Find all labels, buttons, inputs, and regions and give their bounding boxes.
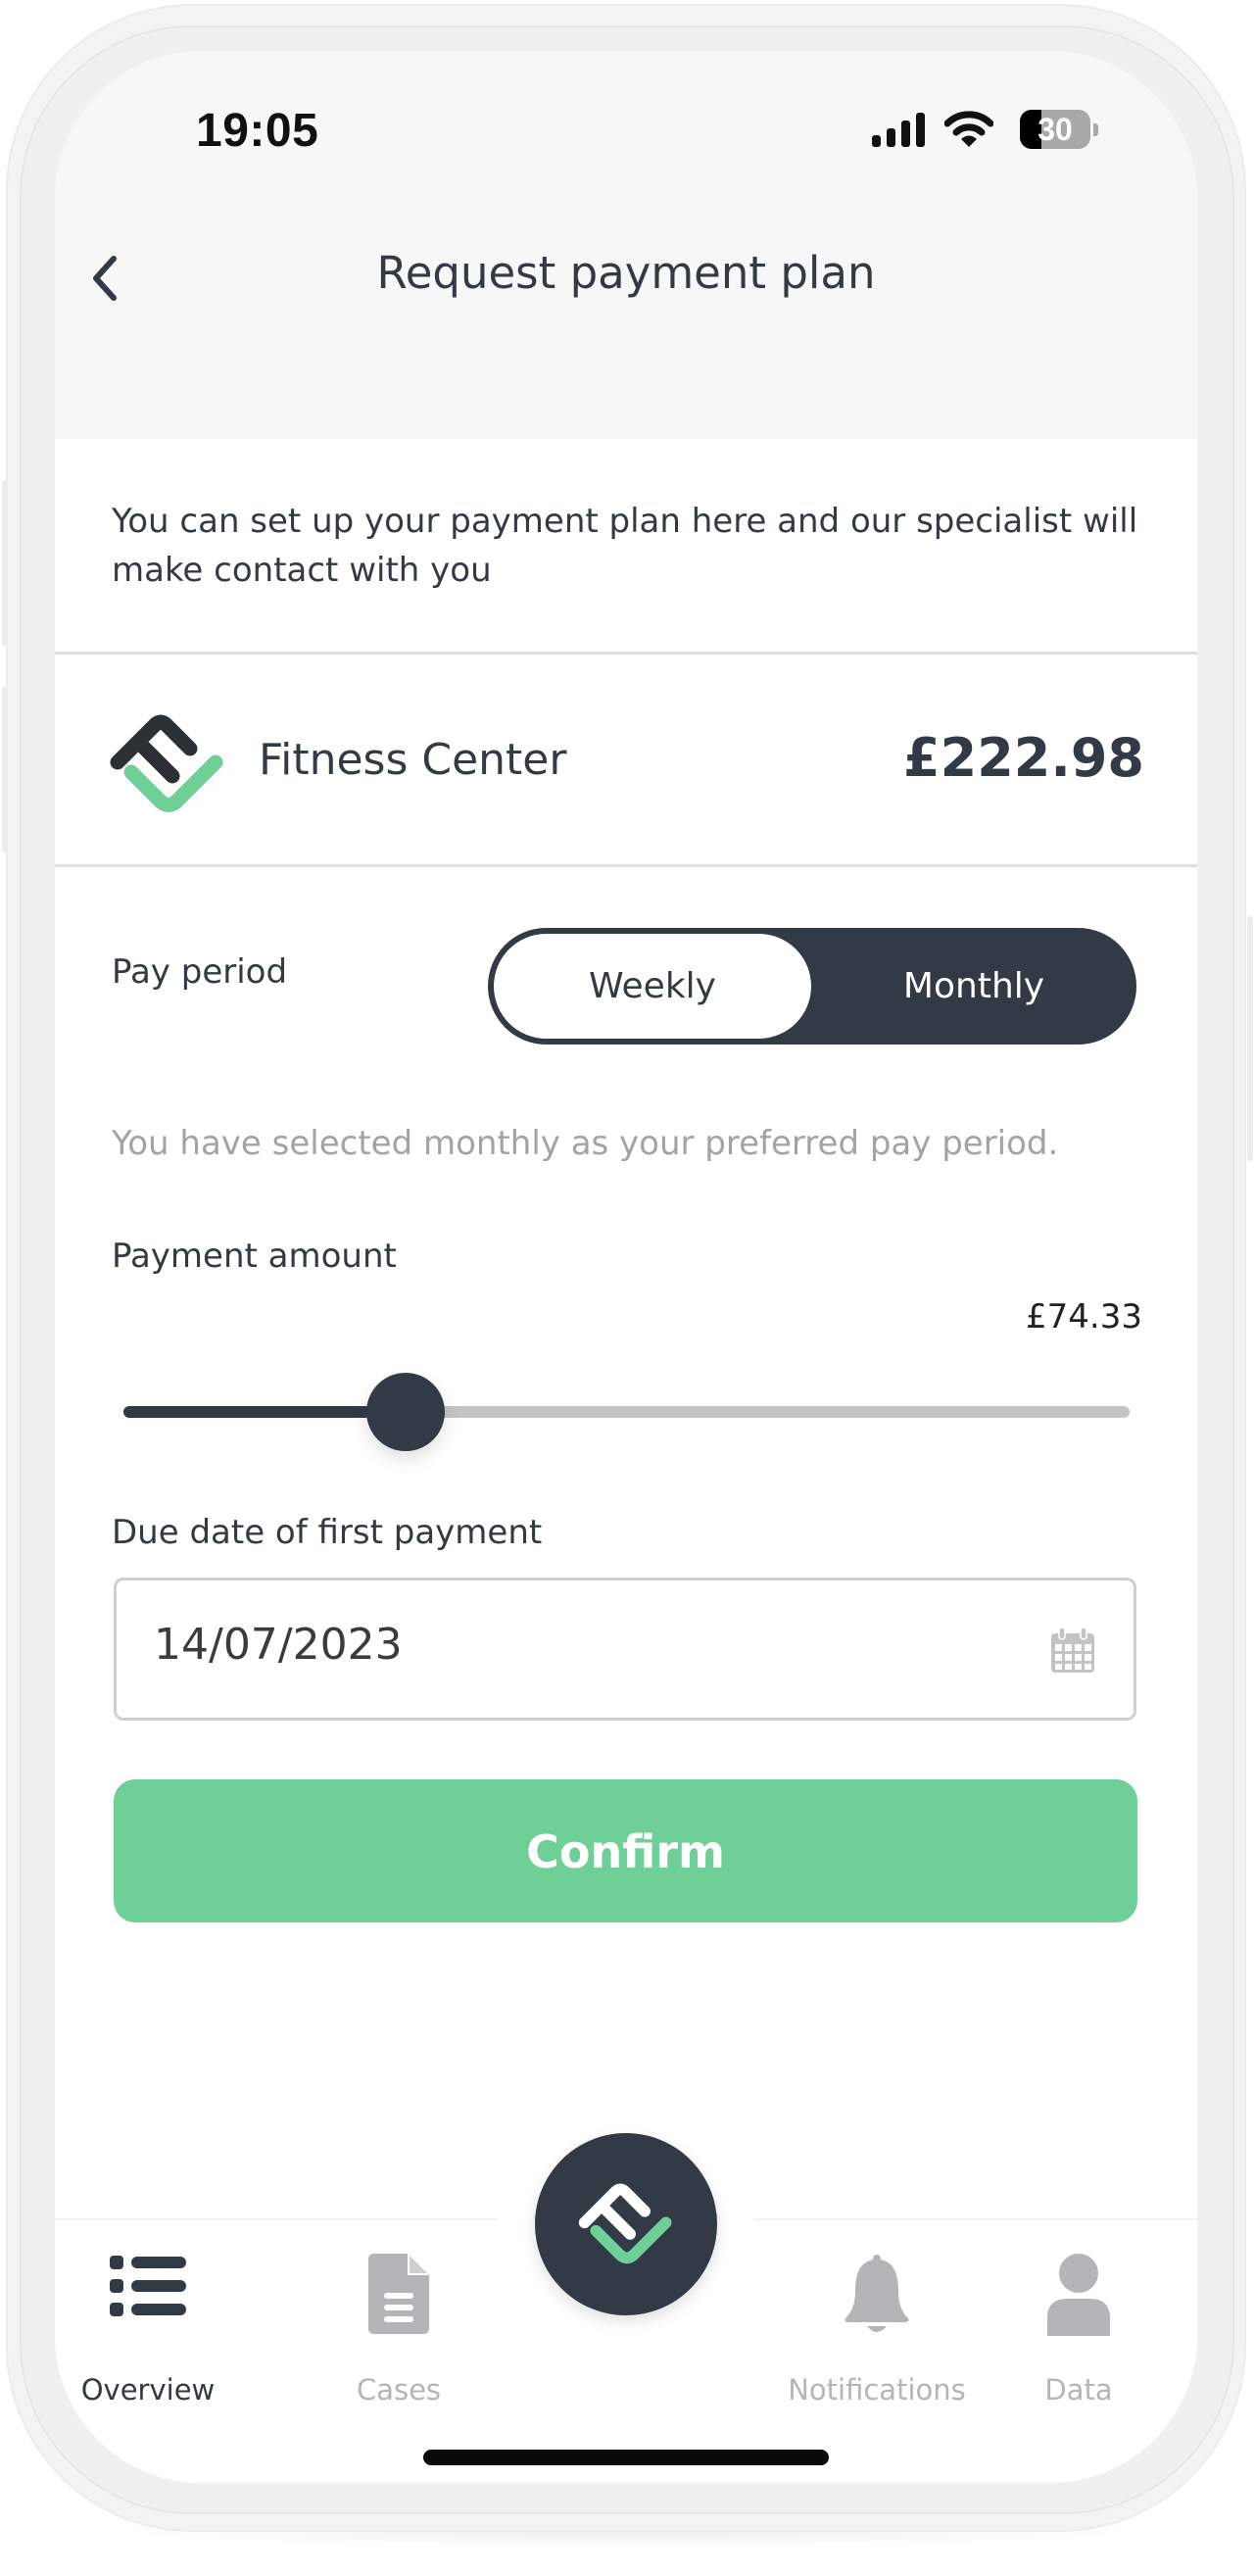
divider: [55, 652, 1197, 655]
payment-amount-label: Payment amount: [112, 1237, 397, 1276]
battery-icon: 30: [1020, 110, 1090, 149]
nav-item-data[interactable]: Data: [986, 2246, 1172, 2422]
due-date-label: Due date of first payment: [112, 1513, 543, 1552]
intro-text: You can set up your payment plan here an…: [112, 502, 1138, 590]
nav-label-overview: Overview: [80, 2373, 216, 2406]
volume-up-button: [2, 480, 8, 647]
app-screen: 19:05 30 Request payment plan You can se…: [55, 51, 1197, 2483]
home-center-button[interactable]: [535, 2133, 717, 2315]
calendar-icon[interactable]: [1049, 1626, 1096, 1675]
volume-down-button: [2, 686, 8, 852]
home-indicator[interactable]: [423, 2450, 829, 2465]
status-time: 19:05: [196, 105, 319, 157]
divider: [55, 864, 1197, 867]
payment-amount-slider-thumb[interactable]: [365, 1373, 445, 1451]
nav-label-data: Data: [1044, 2373, 1113, 2406]
power-button: [1247, 916, 1253, 1161]
nav-label-cases: Cases: [356, 2373, 442, 2406]
payment-amount-value: £74.33: [1026, 1297, 1142, 1337]
pay-period-label: Pay period: [112, 952, 288, 992]
brand-logo-icon: [578, 2183, 672, 2264]
page-title: Request payment plan: [376, 247, 876, 299]
nav-item-overview[interactable]: Overview: [55, 2246, 241, 2422]
battery-tip: [1093, 123, 1098, 136]
pay-period-weekly-option[interactable]: Weekly: [494, 934, 811, 1039]
payment-amount-slider-fill: [123, 1406, 406, 1418]
nav-label-notifications: Notifications: [788, 2373, 966, 2406]
bell-icon: [845, 2255, 909, 2332]
merchant-amount: £222.98: [903, 727, 1144, 789]
pay-period-monthly-option[interactable]: Monthly: [811, 928, 1136, 1045]
pay-period-toggle: Weekly Monthly: [488, 928, 1136, 1045]
nav-item-notifications[interactable]: Notifications: [764, 2246, 990, 2422]
brand-logo-icon: [110, 714, 223, 812]
due-date-value: 14/07/2023: [154, 1620, 403, 1670]
cellular-signal-icon: [872, 113, 925, 147]
pay-period-hint: You have selected monthly as your prefer…: [112, 1124, 1059, 1163]
confirm-button[interactable]: Confirm: [114, 1779, 1137, 1922]
merchant-name: Fitness Center: [259, 735, 567, 785]
user-icon: [1047, 2254, 1110, 2336]
battery-level: 30: [1038, 112, 1073, 147]
wifi-icon: [944, 111, 993, 147]
due-date-field[interactable]: 14/07/2023: [114, 1578, 1136, 1721]
nav-item-cases[interactable]: Cases: [306, 2246, 492, 2422]
list-icon: [110, 2256, 186, 2316]
document-icon: [368, 2254, 429, 2334]
